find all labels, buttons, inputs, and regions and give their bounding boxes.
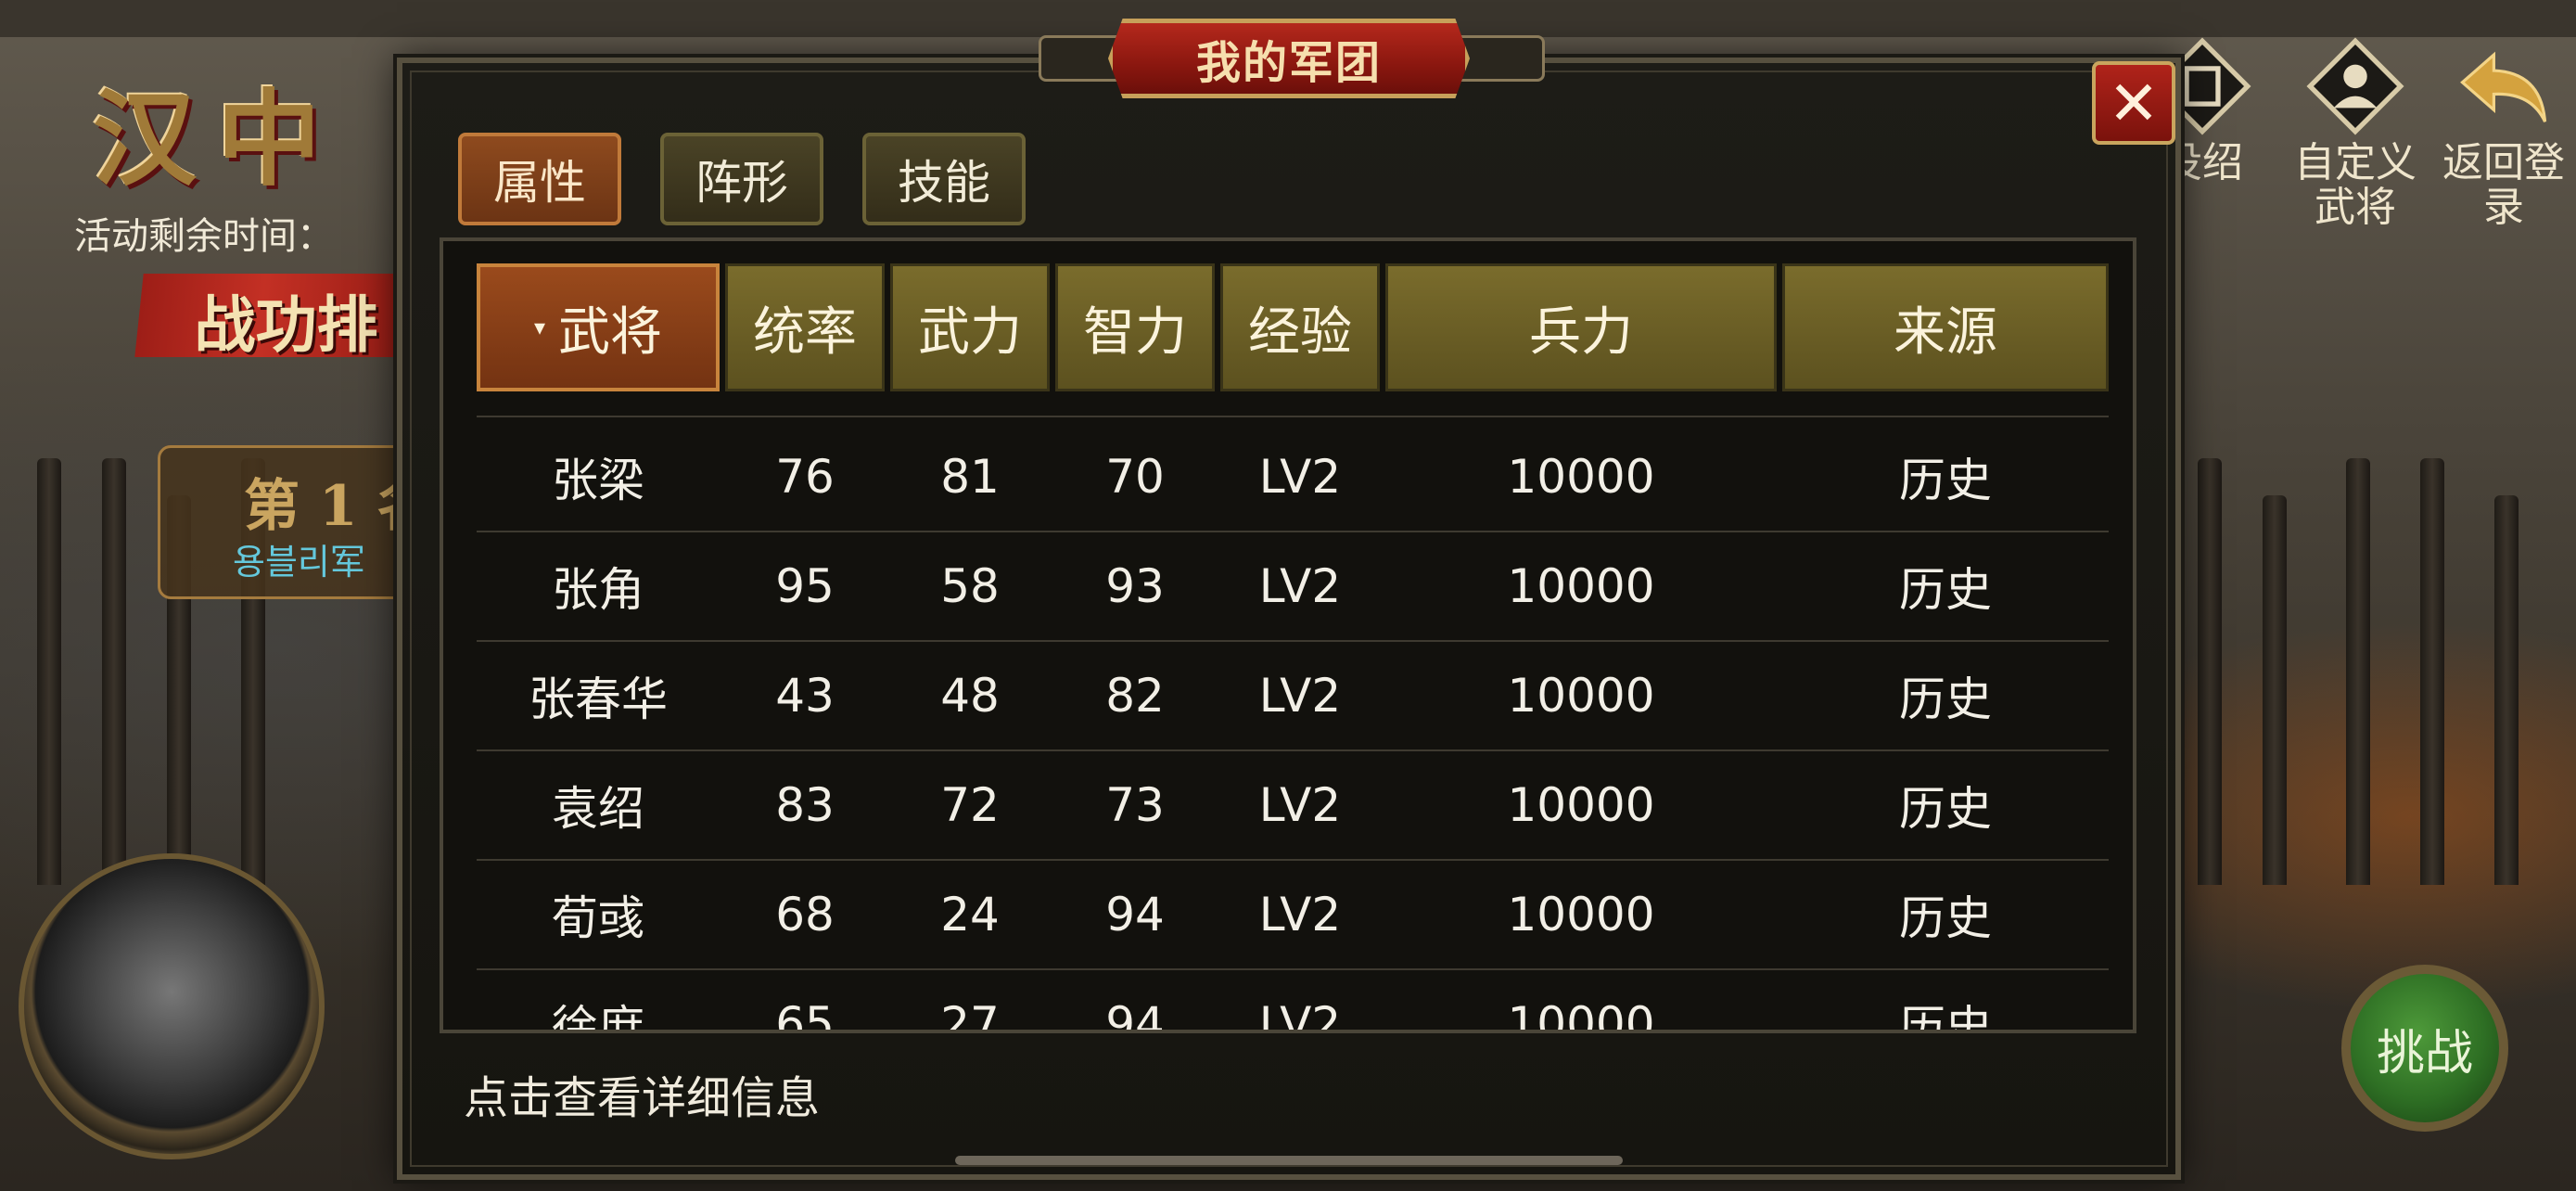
table-cell: 历史 <box>1899 1001 1992 1033</box>
dialog-title-plaque: 我的军团 <box>1108 19 1470 98</box>
table-cell: 10000 <box>1507 669 1655 723</box>
tab-skills-label: 技能 <box>898 156 990 210</box>
table-cell: 48 <box>940 669 1000 723</box>
table-cell: 43 <box>775 669 835 723</box>
table-cell: 58 <box>940 559 1000 613</box>
table-cell: LV2 <box>1258 997 1342 1033</box>
table-cell: 68 <box>775 888 835 941</box>
table-cell: 10000 <box>1507 997 1655 1033</box>
table-cell: 历史 <box>1899 672 1992 726</box>
table-cell: 76 <box>775 450 835 504</box>
table-row[interactable]: 荀彧 68 24 94 LV2 10000 历史 <box>477 861 2109 970</box>
column-header-label: 经验 <box>1248 301 1352 363</box>
rank-banner-label: 战功排 <box>194 288 378 361</box>
table-cell: 历史 <box>1899 563 1992 617</box>
table-cell: 65 <box>775 997 835 1033</box>
challenge-button[interactable]: 挑战 <box>2341 965 2508 1132</box>
custom-general-button[interactable]: 自定义武将 <box>2286 37 2425 230</box>
tab-skills[interactable]: 技能 <box>862 133 1026 225</box>
table-cell: 袁绍 <box>552 782 644 836</box>
column-header-source[interactable]: 来源 <box>1782 263 2109 391</box>
roster-table: ▾ 武将 统率 武力 智力 经验 兵力 来源 张梁 76 81 70 LV2 10000 历… <box>440 237 2136 1033</box>
table-row[interactable]: 袁绍 83 72 73 LV2 10000 历史 <box>477 751 2109 861</box>
event-title: 汉中 <box>93 79 341 200</box>
table-cell: 83 <box>775 778 835 832</box>
dialog-title: 我的军团 <box>1195 37 1382 89</box>
tab-formation[interactable]: 阵形 <box>660 133 823 225</box>
table-cell: 10000 <box>1507 778 1655 832</box>
horizontal-scrollbar[interactable] <box>955 1156 1623 1165</box>
table-cell: 历史 <box>1899 782 1992 836</box>
table-cell: 94 <box>1105 997 1165 1033</box>
tab-attributes-label: 属性 <box>493 156 586 210</box>
rank-player-name: 용블리军 <box>233 542 365 583</box>
column-header-label: 统率 <box>753 301 857 363</box>
player-avatar[interactable] <box>19 853 325 1159</box>
column-header-experience[interactable]: 经验 <box>1220 263 1380 391</box>
column-header-force[interactable]: 武力 <box>890 263 1050 391</box>
event-time-label: 活动剩余时间： <box>74 215 334 258</box>
tab-attributes[interactable]: 属性 <box>458 133 621 225</box>
table-cell: 10000 <box>1507 559 1655 613</box>
table-cell: 10000 <box>1507 888 1655 941</box>
sort-arrow-icon: ▾ <box>533 314 546 340</box>
table-cell: 张春华 <box>529 672 668 726</box>
table-cell: LV2 <box>1258 450 1342 504</box>
close-button[interactable]: ✕ <box>2092 61 2175 145</box>
table-cell: 93 <box>1105 559 1165 613</box>
column-header-label: 兵力 <box>1529 301 1633 363</box>
table-row[interactable]: 张春华 43 48 82 LV2 10000 历史 <box>477 642 2109 751</box>
table-cell: LV2 <box>1258 778 1342 832</box>
header-divider <box>477 416 2109 417</box>
table-cell: 荀彧 <box>552 891 644 945</box>
table-cell: 徐庶 <box>552 1001 644 1033</box>
table-cell: 历史 <box>1899 891 1992 945</box>
column-header-label: 来源 <box>1894 301 1997 363</box>
table-cell: LV2 <box>1258 888 1342 941</box>
table-cell: 82 <box>1105 669 1165 723</box>
close-icon: ✕ <box>2108 67 2160 139</box>
column-header-label: 智力 <box>1083 301 1187 363</box>
footer-hint: 点击查看详细信息 <box>464 1072 821 1124</box>
column-header-general[interactable]: ▾ 武将 <box>477 263 720 391</box>
column-header-command[interactable]: 统率 <box>725 263 885 391</box>
table-row[interactable]: 徐庶 65 27 94 LV2 10000 历史 <box>477 970 2109 1033</box>
table-cell: 历史 <box>1899 454 1992 507</box>
table-cell: 94 <box>1105 888 1165 941</box>
table-cell: 27 <box>940 997 1000 1033</box>
return-login-button[interactable]: 返回登录 <box>2434 37 2573 230</box>
table-cell: 24 <box>940 888 1000 941</box>
tab-formation-label: 阵形 <box>695 156 788 210</box>
return-icon <box>2460 51 2547 122</box>
column-header-troops[interactable]: 兵力 <box>1385 263 1777 391</box>
table-cell: 张角 <box>552 563 644 617</box>
table-cell: 10000 <box>1507 450 1655 504</box>
table-cell: 81 <box>940 450 1000 504</box>
custom-general-label: 自定义武将 <box>2294 139 2417 231</box>
column-header-label: 武将 <box>558 301 663 363</box>
challenge-label: 挑战 <box>2376 1025 2473 1082</box>
table-cell: LV2 <box>1258 559 1342 613</box>
table-row[interactable]: 张梁 76 81 70 LV2 10000 历史 <box>477 423 2109 532</box>
table-cell: 72 <box>940 778 1000 832</box>
table-cell: 95 <box>775 559 835 613</box>
return-login-label: 返回登录 <box>2442 139 2565 231</box>
table-cell: 73 <box>1105 778 1165 832</box>
table-cell: 张梁 <box>552 454 644 507</box>
table-cell: 70 <box>1105 450 1165 504</box>
general-icon <box>2306 37 2404 135</box>
column-header-label: 武力 <box>918 301 1022 363</box>
table-row[interactable]: 张角 95 58 93 LV2 10000 历史 <box>477 532 2109 642</box>
column-header-intellect[interactable]: 智力 <box>1055 263 1215 391</box>
table-cell: LV2 <box>1258 669 1342 723</box>
